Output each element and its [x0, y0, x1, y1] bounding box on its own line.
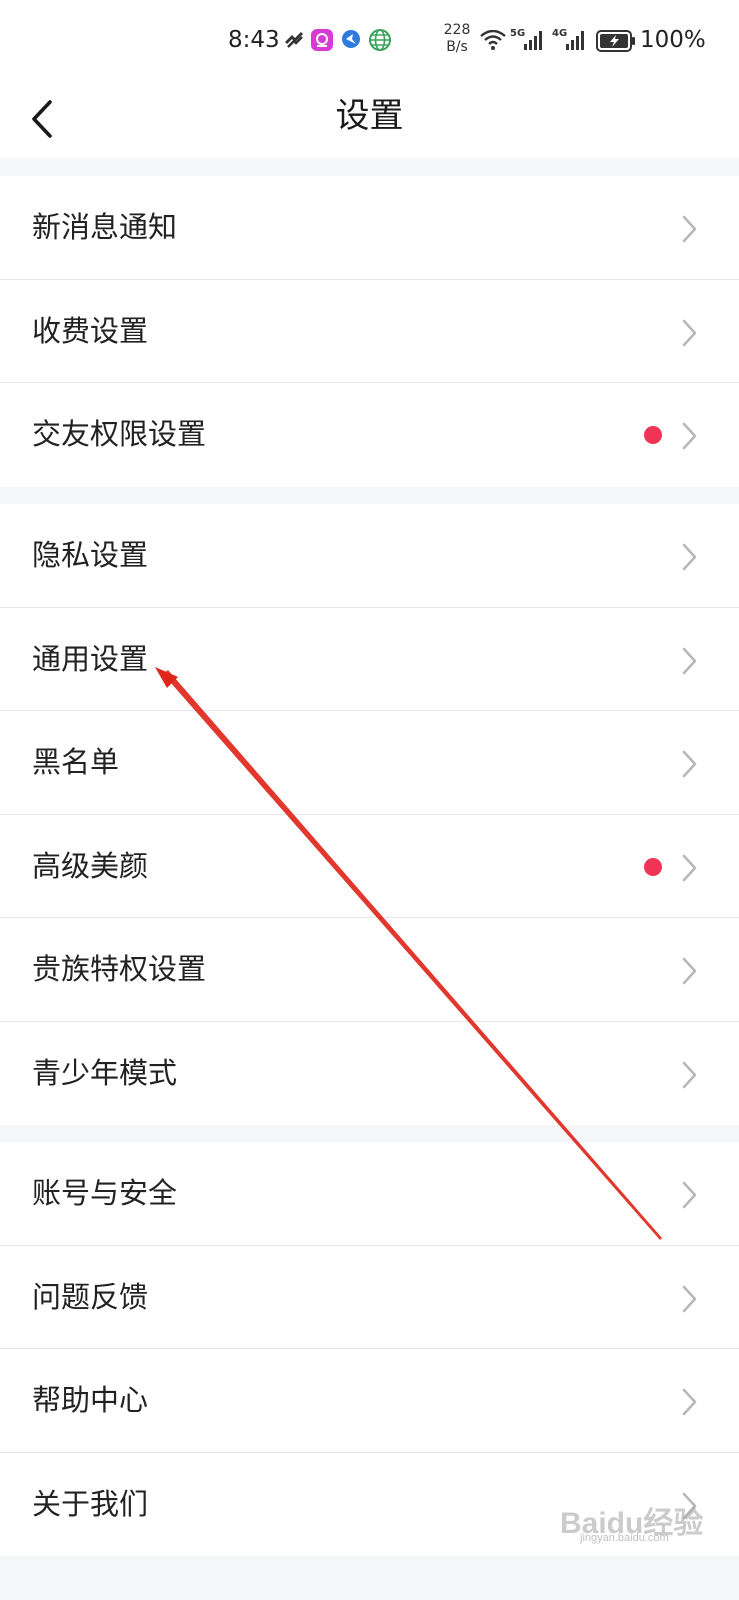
settings-item-label: 账号与安全 [32, 1176, 178, 1210]
network-speed: 228 B/s [440, 22, 474, 56]
settings-item-label: 通用设置 [32, 641, 149, 676]
settings-item[interactable]: 黑名单 [0, 711, 739, 815]
settings-item[interactable]: 新消息通知 [0, 176, 739, 280]
chevron-right-icon [682, 1285, 697, 1312]
signal-4g-icon: 4G [552, 26, 586, 56]
page-title: 设置 [335, 96, 404, 136]
battery-charging-icon [596, 30, 636, 56]
settings-item-label: 青少年模式 [32, 1055, 178, 1090]
battery-percentage: 100% [640, 27, 706, 53]
settings-group-3: 账号与安全 问题反馈 帮助中心 关于我们 [0, 1142, 739, 1556]
settings-item-label: 贵族特权设置 [32, 952, 207, 986]
settings-group-2: 隐私设置 通用设置 黑名单 高级美颜 贵族特权设置 青少年模式 [0, 504, 739, 1125]
settings-item[interactable]: 隐私设置 [0, 504, 739, 608]
globe-icon [368, 28, 392, 56]
chevron-right-icon [682, 647, 697, 674]
settings-item[interactable]: 帮助中心 [0, 1349, 739, 1453]
chevron-right-icon [682, 1061, 697, 1088]
settings-group-1: 新消息通知 收费设置 交友权限设置 [0, 176, 739, 487]
app-notification-icon [282, 28, 306, 56]
browser-app-icon [340, 28, 362, 54]
new-badge-dot [644, 426, 662, 444]
settings-item-label: 黑名单 [32, 745, 120, 779]
settings-item-label: 帮助中心 [32, 1383, 149, 1417]
status-bar: 8:43 228 B/s 5G 4G 100% [0, 0, 739, 80]
chevron-right-icon [682, 750, 697, 778]
settings-item[interactable]: 收费设置 [0, 280, 739, 383]
new-badge-dot [644, 857, 662, 876]
chevron-right-icon [682, 854, 697, 881]
chevron-right-icon [682, 1388, 697, 1416]
settings-item-label: 关于我们 [32, 1486, 149, 1521]
navigation-bar: 设置 [0, 80, 739, 158]
settings-item[interactable]: 关于我们 [0, 1453, 739, 1557]
chevron-right-icon [682, 957, 697, 985]
settings-item[interactable]: 青少年模式 [0, 1022, 739, 1126]
settings-item-label: 新消息通知 [32, 210, 178, 244]
settings-item[interactable]: 账号与安全 [0, 1142, 739, 1246]
signal-5g-label: 5G [510, 28, 525, 39]
settings-item-label: 隐私设置 [32, 538, 149, 572]
settings-item-label: 收费设置 [32, 313, 149, 348]
settings-item[interactable]: 通用设置 [0, 608, 739, 711]
settings-item[interactable]: 问题反馈 [0, 1246, 739, 1349]
network-speed-value: 228 [443, 22, 471, 38]
settings-item[interactable]: 高级美颜 [0, 815, 739, 918]
wifi-icon [480, 29, 506, 54]
settings-item[interactable]: 贵族特权设置 [0, 918, 739, 1022]
signal-5g-icon: 5G [510, 26, 544, 56]
chevron-right-icon [682, 543, 697, 571]
chevron-right-icon [682, 1492, 697, 1519]
chevron-right-icon [682, 1181, 697, 1209]
status-time: 8:43 [228, 27, 280, 53]
chat-app-icon [310, 28, 334, 56]
signal-4g-label: 4G [552, 28, 567, 39]
settings-item-label: 高级美颜 [32, 848, 149, 883]
settings-item-label: 问题反馈 [32, 1279, 149, 1314]
settings-item[interactable]: 交友权限设置 [0, 383, 739, 487]
chevron-right-icon [682, 422, 697, 450]
settings-item-label: 交友权限设置 [32, 417, 207, 451]
chevron-right-icon [682, 215, 697, 243]
network-speed-unit: B/s [446, 39, 468, 55]
chevron-right-icon [682, 319, 697, 346]
